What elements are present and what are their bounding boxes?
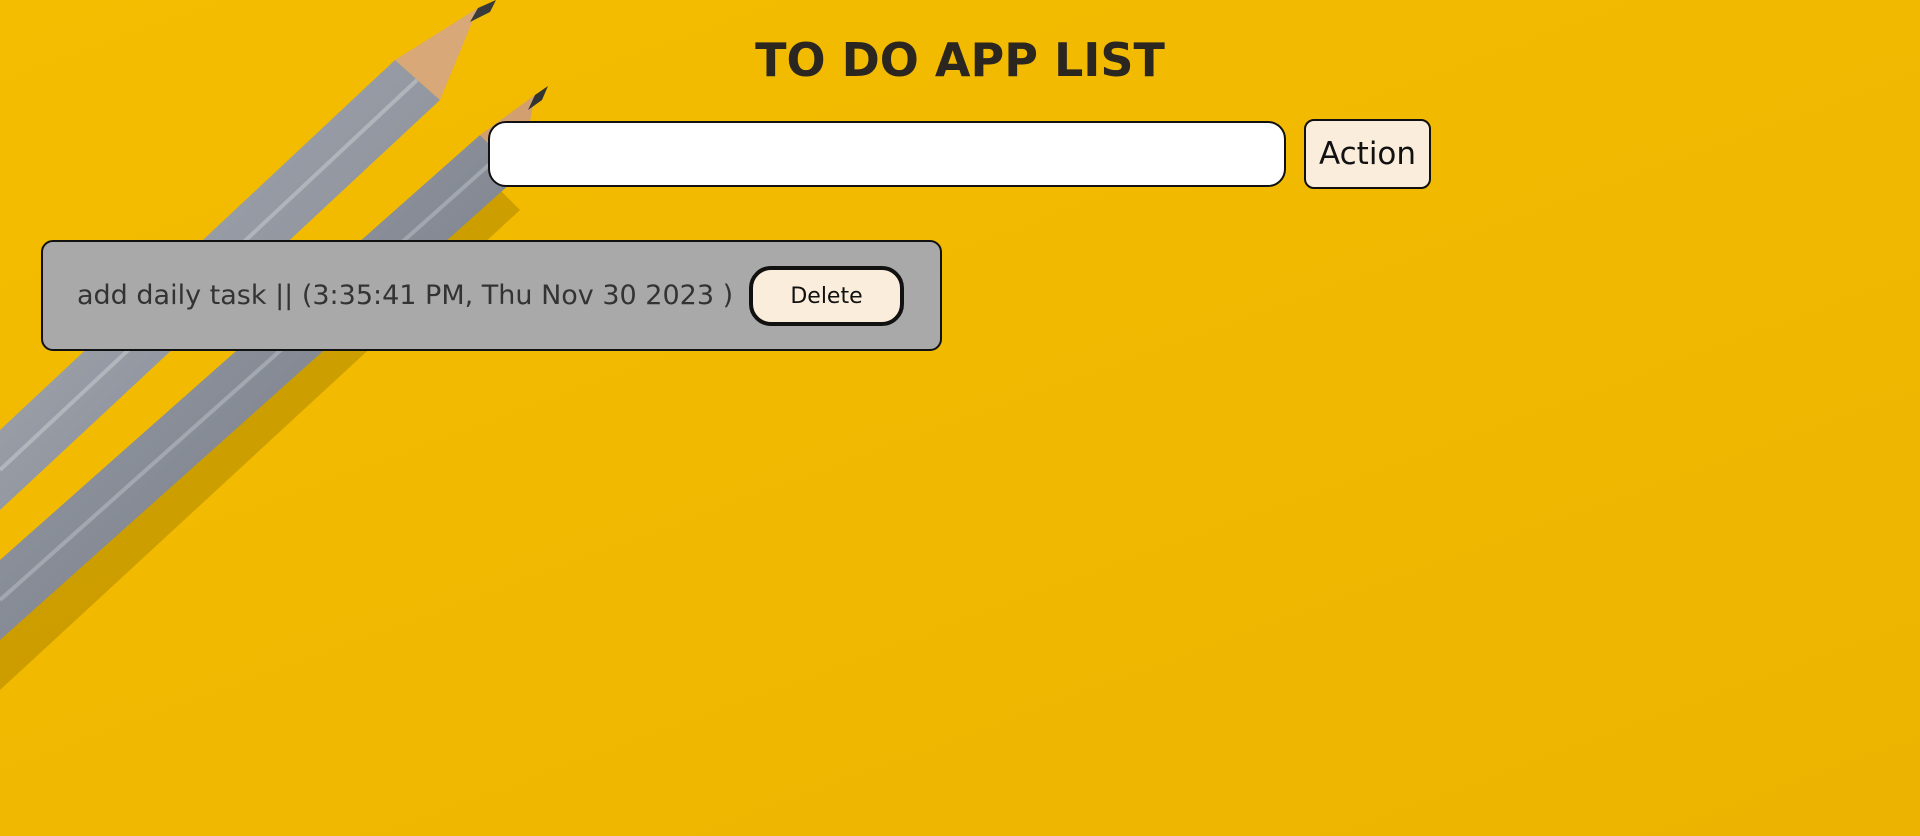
task-item: add daily task || (3:35:41 PM, Thu Nov 3…: [41, 240, 942, 351]
page-title: TO DO APP LIST: [755, 33, 1165, 87]
action-button[interactable]: Action: [1304, 119, 1431, 189]
delete-button[interactable]: Delete: [749, 266, 904, 326]
task-text: add daily task || (3:35:41 PM, Thu Nov 3…: [77, 280, 734, 311]
task-input[interactable]: [488, 121, 1286, 187]
